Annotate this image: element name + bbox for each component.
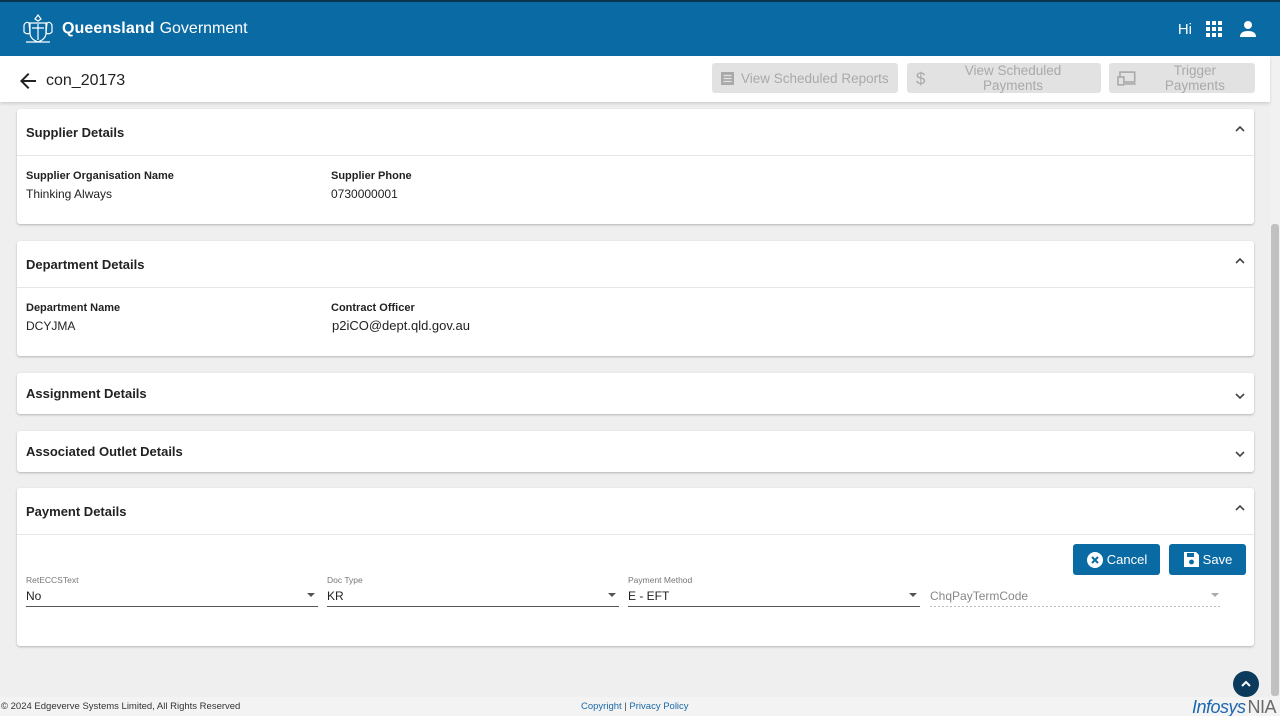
- contract-officer-value: p2iCO@dept.qld.gov.au: [332, 318, 470, 333]
- panel-title: Assignment Details: [26, 386, 147, 401]
- chevron-down-icon[interactable]: [1232, 446, 1248, 462]
- view-scheduled-reports-label: View Scheduled Reports: [741, 70, 889, 86]
- link-separator: |: [624, 701, 627, 712]
- app-header: Queensland Government Hi: [0, 0, 1280, 56]
- doc-type-label: Doc Type: [327, 575, 363, 585]
- save-button[interactable]: Save: [1169, 544, 1246, 575]
- qld-crest-logo: [23, 14, 53, 43]
- devices-icon: [1117, 70, 1136, 86]
- payment-details-body: Cancel Save RetECCSText No Doc Type KR P…: [17, 534, 1254, 646]
- department-details-panel: Department Details Department Name DCYJM…: [17, 241, 1254, 356]
- chevron-up-icon: [1241, 680, 1251, 687]
- supplier-phone-label: Supplier Phone: [331, 170, 412, 182]
- trigger-payments-label: Trigger Payments: [1164, 63, 1225, 93]
- supplier-org-label: Supplier Organisation Name: [26, 170, 174, 182]
- doc-type-value: KR: [327, 589, 344, 603]
- page-footer: © 2024 Edgeverve Systems Limited, All Ri…: [0, 697, 1280, 716]
- document-list-icon: [721, 71, 734, 85]
- apps-grid-icon[interactable]: [1202, 17, 1226, 41]
- save-label: Save: [1202, 552, 1233, 567]
- supplier-details-panel: Supplier Details Supplier Organisation N…: [17, 109, 1254, 224]
- view-scheduled-payments-label: View Scheduled Payments: [964, 63, 1062, 93]
- product-name: NIA: [1247, 697, 1277, 716]
- trigger-payments-button[interactable]: Trigger Payments: [1109, 63, 1255, 93]
- privacy-policy-link[interactable]: Privacy Policy: [629, 701, 688, 712]
- payment-method-value: E - EFT: [628, 589, 670, 603]
- department-name-label: Department Name: [26, 302, 121, 314]
- supplier-org-value: Thinking Always: [26, 187, 113, 201]
- chevron-up-icon[interactable]: [1232, 253, 1248, 269]
- chq-pay-term-code-placeholder: ChqPayTermCode: [930, 589, 1029, 603]
- supplier-details-body: Supplier Organisation Name Thinking Alwa…: [17, 155, 1254, 224]
- assignment-details-header[interactable]: Assignment Details: [17, 373, 1254, 414]
- panel-title: Supplier Details: [26, 124, 125, 140]
- doc-type-underline: [327, 606, 619, 607]
- view-scheduled-payments-button[interactable]: $ View Scheduled Payments: [907, 63, 1101, 93]
- department-name-value: DCYJMA: [26, 319, 76, 333]
- cancel-label: Cancel: [1106, 552, 1148, 567]
- page-title: con_20173: [46, 72, 126, 89]
- panel-title: Department Details: [26, 256, 145, 272]
- save-floppy-icon: [1183, 552, 1199, 567]
- chq-pay-term-code-underline: [930, 606, 1222, 607]
- dollar-icon: $: [916, 69, 926, 87]
- dropdown-arrow-icon: [608, 593, 616, 597]
- cancel-circle-icon: [1086, 551, 1103, 568]
- supplier-phone-value: 0730000001: [331, 187, 398, 201]
- view-scheduled-reports-button[interactable]: View Scheduled Reports: [712, 63, 898, 93]
- header-user-area: Hi: [1178, 2, 1260, 56]
- chevron-down-icon[interactable]: [1232, 388, 1248, 404]
- associated-outlet-details-panel: Associated Outlet Details: [17, 431, 1254, 472]
- page-toolbar: con_20173 View Scheduled Reports $ View …: [0, 56, 1270, 102]
- vendor-name: Infosys: [1192, 697, 1246, 716]
- associated-outlet-details-header[interactable]: Associated Outlet Details: [17, 431, 1254, 472]
- greeting-text: Hi: [1177, 20, 1192, 38]
- department-details-body: Department Name DCYJMA Contract Officer …: [17, 287, 1254, 356]
- retecc-value: No: [26, 589, 42, 603]
- dropdown-arrow-icon: [909, 593, 917, 597]
- retecc-label: RetECCSText: [26, 575, 79, 585]
- panel-title: Associated Outlet Details: [26, 444, 183, 459]
- footer-links: Copyright | Privacy Policy: [581, 701, 689, 712]
- payment-method-underline: [628, 606, 920, 607]
- chevron-up-icon[interactable]: [1232, 121, 1248, 137]
- scrollbar-thumb[interactable]: [1271, 224, 1279, 696]
- panel-title: Payment Details: [26, 503, 127, 519]
- assignment-details-panel: Assignment Details: [17, 373, 1254, 414]
- person-icon[interactable]: [1236, 17, 1260, 41]
- cancel-button[interactable]: Cancel: [1073, 544, 1160, 575]
- brand[interactable]: Queensland Government: [20, 11, 248, 47]
- infosys-nia-logo: Infosys NIA: [1192, 697, 1277, 716]
- chevron-up-icon[interactable]: [1232, 500, 1248, 516]
- payment-details-header[interactable]: Payment Details: [17, 488, 1254, 534]
- back-arrow-icon[interactable]: [16, 69, 40, 93]
- scroll-to-top-button[interactable]: [1233, 671, 1259, 697]
- copyright-text: © 2024 Edgeverve Systems Limited, All Ri…: [1, 701, 241, 712]
- dropdown-arrow-icon: [307, 593, 315, 597]
- vertical-scrollbar[interactable]: [1270, 56, 1280, 697]
- supplier-details-header[interactable]: Supplier Details: [17, 109, 1254, 155]
- dropdown-arrow-icon: [1211, 593, 1219, 597]
- brand-government: Government: [159, 20, 248, 37]
- contract-officer-label: Contract Officer: [331, 302, 415, 314]
- retecc-underline: [26, 606, 318, 607]
- payment-details-panel: Payment Details Cancel Save RetECCSText …: [17, 488, 1254, 646]
- copyright-link[interactable]: Copyright: [581, 701, 622, 712]
- payment-method-label: Payment Method: [628, 575, 693, 585]
- brand-name: Queensland: [62, 20, 155, 37]
- svg-text:$: $: [916, 69, 926, 87]
- department-details-header[interactable]: Department Details: [17, 241, 1254, 287]
